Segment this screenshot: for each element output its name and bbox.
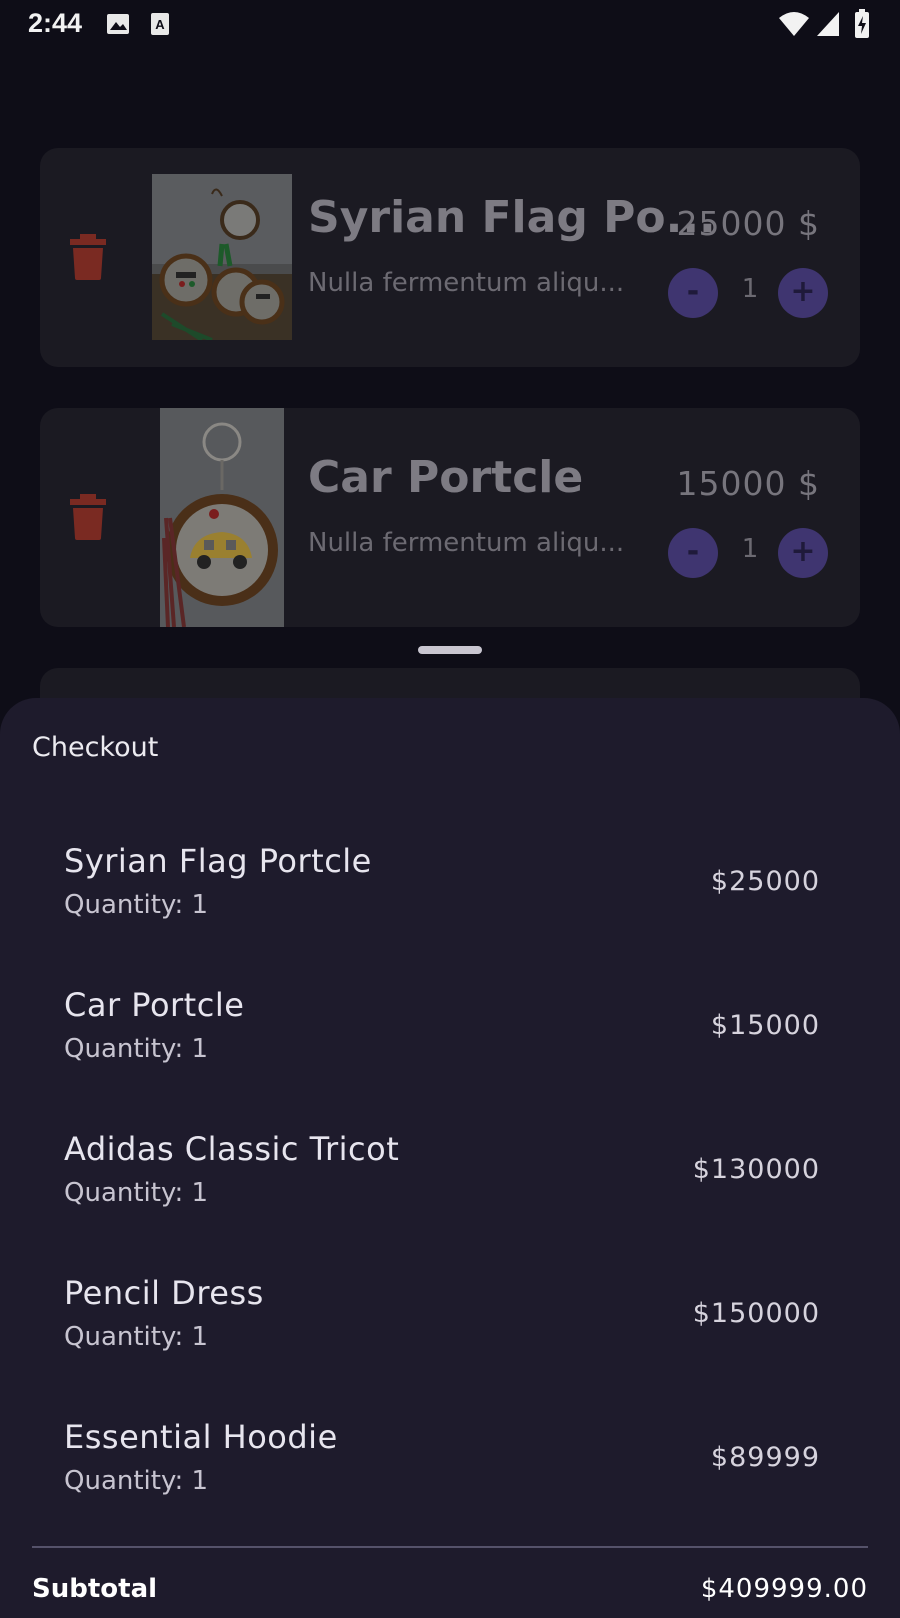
item-name: Pencil Dress [64,1274,264,1312]
status-time: 2:44 [28,8,83,38]
status-bar: 2:44 A [0,0,900,48]
item-quantity: Quantity: 1 [64,1034,209,1064]
item-name: Adidas Classic Tricot [64,1130,400,1168]
item-name: Car Portcle [64,986,245,1024]
trash-icon[interactable] [70,494,106,540]
checkout-item: Essential Hoodie Quantity: 1 $89999 [64,1418,820,1518]
increment-button[interactable]: + [778,528,828,578]
item-quantity: Quantity: 1 [64,1178,209,1208]
increment-button[interactable]: + [778,268,828,318]
product-description: Nulla fermentum aliqu... [308,268,625,298]
product-title: Syrian Flag Po... [308,192,716,243]
product-description: Nulla fermentum aliqu... [308,528,625,558]
checkout-item: Pencil Dress Quantity: 1 $150000 [64,1274,820,1374]
item-name: Syrian Flag Portcle [64,842,372,880]
product-price: 25000 $ [676,204,820,243]
quantity-value: 1 [741,534,759,564]
item-quantity: Quantity: 1 [64,890,209,920]
product-title: Car Portcle [308,452,584,503]
checkout-item: Car Portcle Quantity: 1 $15000 [64,986,820,1086]
signal-icon [817,12,839,36]
item-quantity: Quantity: 1 [64,1322,209,1352]
svg-text:A: A [155,17,165,32]
item-name: Essential Hoodie [64,1418,338,1456]
product-price: 15000 $ [676,464,820,503]
product-image [160,408,284,627]
item-price: $15000 [710,1010,820,1041]
trash-icon[interactable] [70,234,106,280]
checkout-sheet: Checkout Syrian Flag Portcle Quantity: 1… [0,698,900,1618]
checkout-item: Adidas Classic Tricot Quantity: 1 $13000… [64,1130,820,1230]
wifi-icon [779,12,809,36]
quantity-value: 1 [741,274,759,304]
item-price: $25000 [710,866,820,897]
item-quantity: Quantity: 1 [64,1466,209,1496]
sheet-title: Checkout [32,732,159,763]
cart-item-card: Syrian Flag Po... Nulla fermentum aliqu.… [40,148,860,367]
cart-item-card: Car Portcle Nulla fermentum aliqu... 150… [40,408,860,627]
item-price: $89999 [710,1442,820,1473]
item-price: $130000 [692,1154,820,1185]
checkout-item: Syrian Flag Portcle Quantity: 1 $25000 [64,842,820,942]
product-image [152,174,292,340]
item-price: $150000 [692,1298,820,1329]
divider [32,1546,868,1548]
sheet-drag-handle[interactable] [418,646,482,654]
decrement-button[interactable]: - [668,528,718,578]
image-notification-icon [107,14,129,34]
font-notification-icon: A [151,13,169,35]
battery-charging-icon [855,9,869,38]
decrement-button[interactable]: - [668,268,718,318]
